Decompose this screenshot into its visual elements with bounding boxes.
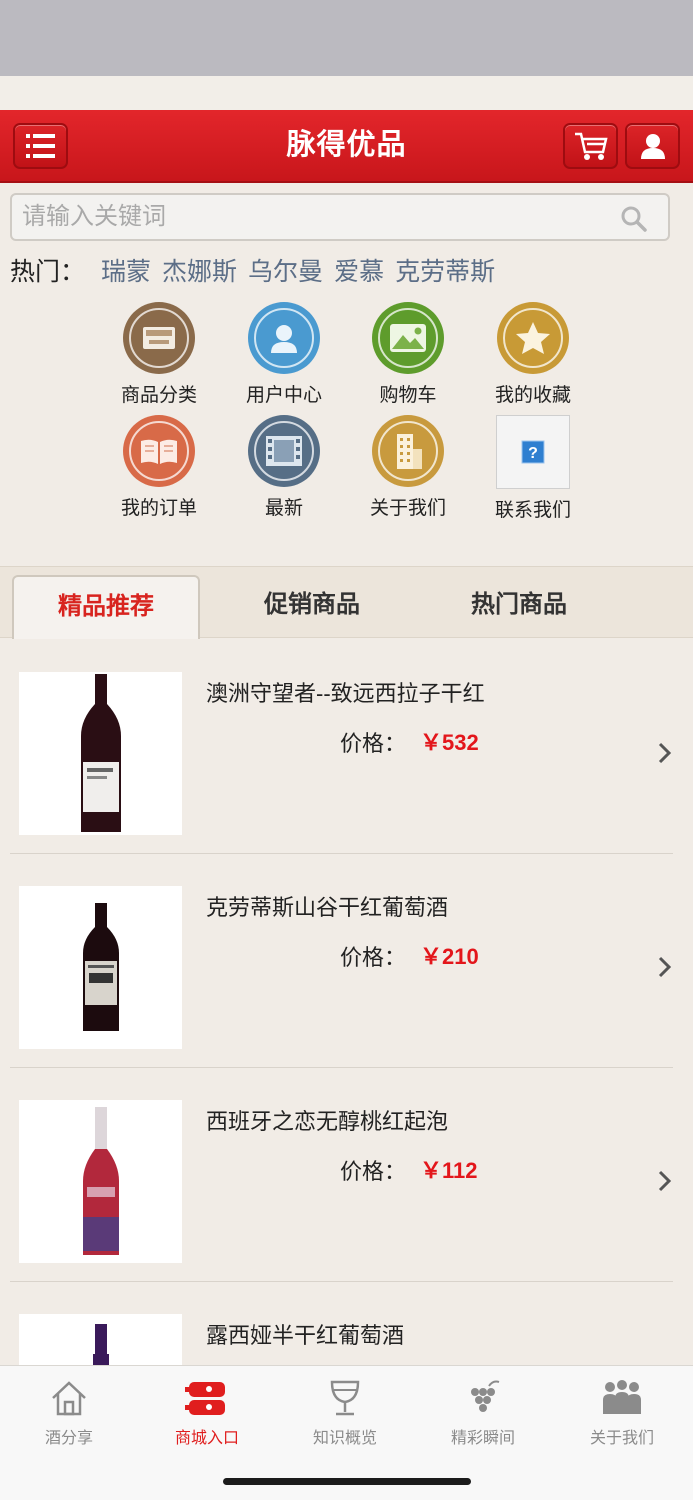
cart-button[interactable] — [563, 123, 618, 169]
product-name: 澳洲守望者--致远西拉子干红 — [206, 681, 485, 706]
quick-link-label: 购物车 — [379, 385, 437, 406]
product-image — [19, 1100, 182, 1263]
tray-icon — [123, 302, 195, 374]
product-item[interactable]: 克劳蒂斯山谷干红葡萄酒 价格： ￥210 — [0, 854, 693, 1068]
tab-hot[interactable]: 热门商品 — [425, 575, 613, 639]
quick-link-category[interactable]: 商品分类 — [97, 302, 221, 407]
product-item[interactable]: 西班牙之恋无醇桃红起泡 价格： ￥112 — [0, 1068, 693, 1282]
sparkling-bottle-image — [82, 1106, 119, 1255]
tray-glyph — [143, 327, 175, 349]
landscape-glyph — [390, 324, 426, 352]
wine-bottle-image — [82, 902, 119, 1031]
shopping-cart-icon — [574, 132, 608, 160]
top-spacer — [0, 76, 693, 110]
tabbar-item-shop[interactable]: 商城入口 — [138, 1376, 276, 1448]
quick-link-orders[interactable]: 我的订单 — [97, 415, 221, 520]
search-input[interactable] — [22, 195, 612, 239]
star-icon — [497, 302, 569, 374]
book-icon — [123, 415, 195, 487]
quick-link-label: 用户中心 — [245, 385, 322, 406]
question-glyph: ? — [521, 440, 545, 464]
wine-shop-icon — [185, 1382, 225, 1415]
user-profile-icon — [248, 302, 320, 374]
chevron-right-icon — [658, 956, 672, 978]
app-header: 脉得优品 — [0, 110, 693, 183]
chevron-right-icon — [658, 1170, 672, 1192]
landscape-icon — [372, 302, 444, 374]
product-image — [19, 672, 182, 835]
broken-image-icon: ? — [496, 415, 570, 489]
tabbar-item-about[interactable]: 关于我们 — [553, 1376, 691, 1448]
people-icon — [603, 1380, 641, 1414]
status-bar — [0, 0, 693, 76]
quick-link-user-center[interactable]: 用户中心 — [222, 302, 346, 407]
star-glyph — [516, 322, 550, 354]
product-name: 克劳蒂斯山谷干红葡萄酒 — [206, 895, 449, 920]
home-icon — [52, 1381, 86, 1416]
hot-tag[interactable]: 杰娜斯 — [162, 252, 237, 288]
tabbar-label: 精彩瞬间 — [450, 1430, 515, 1447]
product-price: ￥210 — [420, 944, 479, 969]
tab-promotion[interactable]: 促销商品 — [218, 575, 406, 639]
chevron-right-icon — [658, 742, 672, 764]
tabbar-item-share[interactable]: 酒分享 — [0, 1376, 138, 1448]
price-label: 价格： — [340, 731, 407, 756]
quick-link-latest[interactable]: 最新 — [222, 415, 346, 520]
quick-link-label: 我的收藏 — [494, 385, 571, 406]
user-profile-glyph — [271, 325, 297, 353]
hot-tag[interactable]: 爱慕 — [334, 252, 384, 288]
user-icon — [640, 134, 665, 159]
building-glyph — [397, 434, 422, 469]
svg-text:?: ? — [528, 445, 538, 462]
book-glyph — [141, 439, 177, 464]
quick-link-contact[interactable]: ? 联系我们 — [471, 415, 595, 522]
quick-link-cart[interactable]: 购物车 — [346, 302, 470, 407]
quick-link-label: 商品分类 — [120, 385, 197, 406]
hot-tag[interactable]: 瑞蒙 — [101, 252, 151, 288]
search-icon[interactable] — [620, 205, 648, 233]
quick-link-about[interactable]: 关于我们 — [346, 415, 470, 520]
product-price: ￥112 — [420, 1158, 478, 1183]
tabbar-label: 知识概览 — [312, 1430, 377, 1447]
quick-link-label: 最新 — [264, 498, 303, 519]
price-label: 价格： — [340, 945, 407, 970]
building-icon — [372, 415, 444, 487]
price-label: 价格： — [340, 1159, 407, 1184]
quick-link-favorites[interactable]: 我的收藏 — [471, 302, 595, 407]
quick-link-label: 联系我们 — [494, 500, 571, 521]
hot-tag[interactable]: 克劳蒂斯 — [395, 252, 495, 288]
product-image — [19, 886, 182, 1049]
film-glyph — [266, 436, 302, 466]
hot-tag[interactable]: 乌尔曼 — [248, 252, 323, 288]
film-icon — [248, 415, 320, 487]
tab-featured[interactable]: 精品推荐 — [12, 575, 200, 639]
hot-label: 热门： — [10, 258, 86, 286]
product-tabs: 精品推荐 促销商品 热门商品 — [0, 566, 693, 639]
tabbar-item-knowledge[interactable]: 知识概览 — [276, 1376, 414, 1448]
wine-glass-icon — [330, 1380, 360, 1416]
quick-link-label: 我的订单 — [120, 498, 197, 519]
user-button[interactable] — [625, 123, 680, 169]
tabbar-item-moments[interactable]: 精彩瞬间 — [414, 1376, 552, 1448]
tabbar-label: 关于我们 — [589, 1430, 654, 1447]
search-box — [10, 193, 670, 241]
quick-link-label: 关于我们 — [369, 498, 446, 519]
grapes-icon — [471, 1380, 500, 1412]
product-price: ￥532 — [420, 730, 479, 755]
product-item[interactable]: 澳洲守望者--致远西拉子干红 价格： ￥532 — [0, 640, 693, 854]
tabbar-label: 酒分享 — [44, 1430, 93, 1447]
home-indicator — [223, 1478, 471, 1485]
hot-keywords: 热门： 瑞蒙 杰娜斯 乌尔曼 爱慕 克劳蒂斯 — [10, 252, 506, 288]
product-name: 西班牙之恋无醇桃红起泡 — [206, 1109, 449, 1134]
wine-bottle-image — [80, 673, 121, 832]
product-name: 露西娅半干红葡萄酒 — [206, 1323, 405, 1348]
tabbar-label: 商城入口 — [174, 1430, 239, 1447]
